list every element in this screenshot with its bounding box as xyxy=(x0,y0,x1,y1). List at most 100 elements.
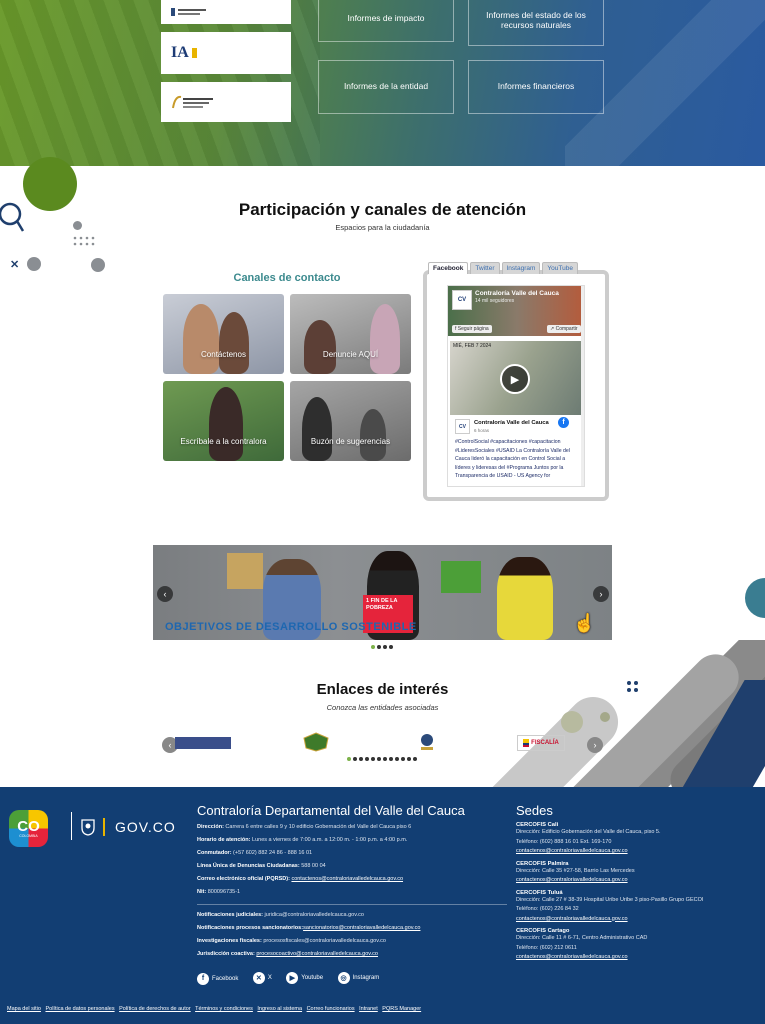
footer-x-link[interactable]: ✕ X xyxy=(252,972,272,984)
fb-follow-button[interactable]: f Seguir página xyxy=(452,325,492,333)
legal-copyright-link[interactable]: Política de derechos de autor xyxy=(119,1006,191,1012)
card-buzon-photo-2 xyxy=(360,409,386,461)
footer-email-link[interactable]: contactenos@contraloriavalledelcauca.gov… xyxy=(291,876,403,882)
links-dot-8[interactable] xyxy=(389,757,393,761)
deco-teal-half-circle xyxy=(745,578,765,618)
report-natural-resources-button[interactable]: Informes del estado de los recursos natu… xyxy=(468,0,604,46)
banner-goal1-label: 1 FIN DE LA POBREZA xyxy=(366,598,398,611)
report-entity-button[interactable]: Informes de la entidad xyxy=(318,60,454,114)
fb-share-button[interactable]: ↗ Compartir xyxy=(547,325,581,333)
footer-switchboard-value: (+57 602) 882 24 86 - 888 16 01 xyxy=(231,850,313,856)
footer-coactiva: Jurisdicción coactiva: procesocoactivo@c… xyxy=(197,948,507,961)
sede-cali-email[interactable]: contactenos@contraloriavalledelcauca.gov… xyxy=(516,848,628,854)
partner-logo-1[interactable] xyxy=(175,737,231,749)
report-financial-button[interactable]: Informes financieros xyxy=(468,60,604,114)
footer-contact-lines: Dirección: Carrera 6 entre calles 9 y 10… xyxy=(197,821,507,899)
links-subtitle: Conozca las entidades asociadas xyxy=(326,703,439,712)
fb-scrollbar[interactable] xyxy=(581,286,584,486)
links-dot-6[interactable] xyxy=(377,757,381,761)
legal-staff-mail-link[interactable]: Correo funcionarios xyxy=(307,1006,355,1012)
co-colombia-logo[interactable]: CO COLOMBIA xyxy=(9,810,48,847)
links-dot-3[interactable] xyxy=(359,757,363,761)
sede-cartago-email[interactable]: contactenos@contraloriavalledelcauca.gov… xyxy=(516,954,628,960)
links-dot-5[interactable] xyxy=(371,757,375,761)
sede-tulua-email[interactable]: contactenos@contraloriavalledelcauca.gov… xyxy=(516,916,628,922)
fb-author-logo: CV xyxy=(455,419,470,434)
footer-entity-title: Contraloría Departamental del Valle del … xyxy=(197,803,465,818)
report-impact-button[interactable]: Informes de impacto xyxy=(318,0,454,42)
fiscalia-label: FISCALÍA xyxy=(531,740,559,746)
entity-logo-1 xyxy=(171,8,206,16)
fb-video[interactable]: MIÉ, FEB 7 2024 ▶ xyxy=(450,341,584,415)
tab-facebook[interactable]: Facebook xyxy=(428,262,469,274)
banner-pagination[interactable] xyxy=(371,645,393,649)
links-dot-10[interactable] xyxy=(401,757,405,761)
play-icon[interactable]: ▶ xyxy=(500,364,530,394)
banner-dot-1[interactable] xyxy=(371,645,375,649)
footer-judicial-value[interactable]: juridica@contraloriavalledelcauca.gov.co xyxy=(263,912,364,918)
links-dot-4[interactable] xyxy=(365,757,369,761)
entity-logo-card-ia[interactable]: IA xyxy=(161,32,291,74)
links-dot-12[interactable] xyxy=(413,757,417,761)
links-dot-1[interactable] xyxy=(347,757,351,761)
footer-fiscal-value[interactable]: procesosfiscales@contraloriavalledelcauc… xyxy=(262,938,386,944)
card-contralora-label: Escríbale a la contralora xyxy=(180,436,267,446)
tab-instagram[interactable]: Instagram xyxy=(501,262,541,274)
partner-emblem-icon xyxy=(421,734,433,750)
footer-youtube-link[interactable]: ▶ Youtube xyxy=(286,972,323,984)
partner-logo-fiscalia[interactable]: FISCALÍA xyxy=(517,735,565,751)
entity-logo-card-1[interactable] xyxy=(161,0,291,24)
legal-pqrs-link[interactable]: PQRS Manager xyxy=(382,1006,421,1012)
sdg-banner[interactable]: 1 FIN DE LA POBREZA OBJETIVOS DE DESARRO… xyxy=(153,545,612,640)
banner-dot-2[interactable] xyxy=(377,645,381,649)
legal-intranet-link[interactable]: Intranet xyxy=(359,1006,378,1012)
partner-logo-3[interactable] xyxy=(418,731,436,753)
fb-author[interactable]: Contraloría Valle del Cauca xyxy=(474,420,549,426)
links-dot-9[interactable] xyxy=(395,757,399,761)
card-contralora[interactable]: Escríbale a la contralora xyxy=(163,381,284,461)
footer-hours: Horario de atención: Lunes a viernes de … xyxy=(197,834,507,847)
card-buzon-photo xyxy=(302,397,332,461)
footer-instagram-link[interactable]: ◎ Instagram xyxy=(337,972,380,984)
legal-data-policy-link[interactable]: Política de datos personales xyxy=(45,1006,114,1012)
sede-cartago-phone: Teléfono: (602) 212 0611 xyxy=(516,944,577,951)
banner-dot-3[interactable] xyxy=(383,645,387,649)
links-title: Enlaces de interés xyxy=(316,681,449,698)
card-contactenos[interactable]: Contáctenos xyxy=(163,294,284,374)
fb-page-name[interactable]: Contraloría Valle del Cauca xyxy=(475,290,559,297)
entity-logo-card-3[interactable] xyxy=(161,82,291,122)
banner-next-button[interactable]: › xyxy=(593,586,609,602)
sede-palmira-email[interactable]: contactenos@contraloriavalledelcauca.gov… xyxy=(516,877,628,883)
links-dot-7[interactable] xyxy=(383,757,387,761)
links-pagination[interactable] xyxy=(347,757,417,761)
sede-cartago-address: Dirección: Calle 11 # 6-71, Centro Admin… xyxy=(516,935,648,941)
partner-seal-icon xyxy=(303,732,329,752)
legal-login-link[interactable]: Ingreso al sistema xyxy=(257,1006,302,1012)
deco-dot-3 xyxy=(91,258,105,272)
footer-facebook-link[interactable]: f Facebook xyxy=(197,972,238,985)
footer-sedes: Sedes CERCOFIS Cali Dirección: Edificio … xyxy=(516,803,761,963)
footer-judicial: Notificaciones judiciales: juridica@cont… xyxy=(197,909,507,922)
gov-co-logo[interactable]: GOV.CO xyxy=(115,819,176,835)
youtube-icon: ▶ xyxy=(286,972,299,984)
sede-palmira-address: Dirección: Calle 35 #27-58, Barrio Las M… xyxy=(516,867,635,874)
links-dot-11[interactable] xyxy=(407,757,411,761)
tab-twitter[interactable]: Twitter xyxy=(470,262,500,274)
footer-sanctions-link[interactable]: sancionatorios@contraloriavalledelcauca.… xyxy=(303,925,420,931)
banner-prev-button[interactable]: ‹ xyxy=(157,586,173,602)
links-dot-2[interactable] xyxy=(353,757,357,761)
card-buzon[interactable]: Buzón de sugerencias xyxy=(290,381,411,461)
sede-tulua-phone: Teléfono: (602) 226 84 32 xyxy=(516,906,579,912)
tab-youtube[interactable]: YouTube xyxy=(542,262,578,274)
banner-dot-4[interactable] xyxy=(389,645,393,649)
links-next-button[interactable]: › xyxy=(587,737,603,753)
footer-instagram-label: Instagram xyxy=(352,975,380,981)
legal-terms-link[interactable]: Términos y condiciones xyxy=(195,1006,253,1012)
partner-logo-2[interactable] xyxy=(300,731,332,753)
instagram-icon: ◎ xyxy=(337,972,350,984)
legal-sitemap-link[interactable]: Mapa del sitio xyxy=(7,1006,41,1012)
footer-coactiva-link[interactable]: procesocoactivo@contraloriavalledelcauca… xyxy=(256,951,378,957)
facebook-post[interactable]: CV Contraloría Valle del Cauca 14 mil se… xyxy=(447,285,585,487)
report-natural-resources-label: Informes del estado de los recursos natu… xyxy=(486,10,586,30)
card-denuncie[interactable]: Denuncie AQUÍ xyxy=(290,294,411,374)
